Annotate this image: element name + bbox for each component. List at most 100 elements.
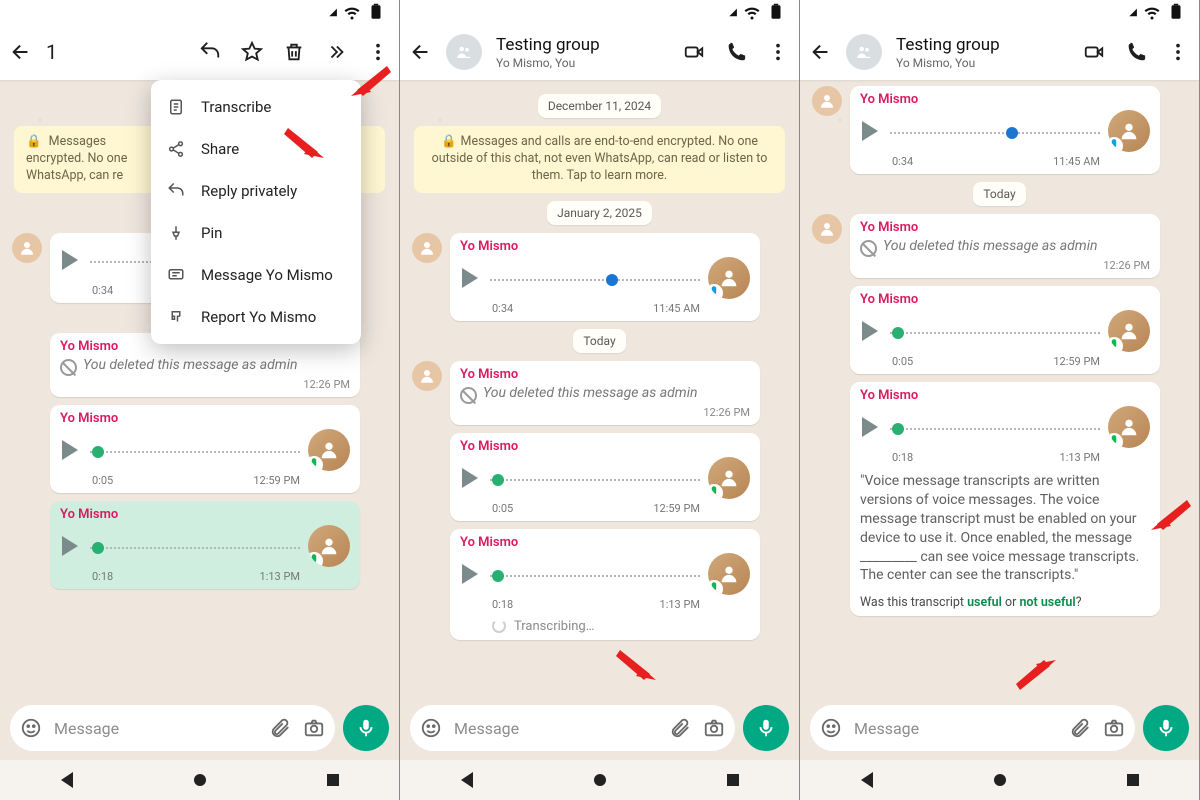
message-input[interactable]: Message xyxy=(810,705,1135,751)
camera-icon[interactable] xyxy=(1103,717,1125,739)
mic-button[interactable] xyxy=(343,705,389,751)
voice-progress[interactable] xyxy=(890,332,1100,336)
date-chip: Today xyxy=(973,182,1025,206)
message-time: 12:26 PM xyxy=(60,378,350,391)
lock-icon: 🔒 xyxy=(26,134,42,149)
blocked-icon xyxy=(460,387,477,404)
sticker-icon[interactable] xyxy=(420,717,442,739)
camera-icon[interactable] xyxy=(703,717,725,739)
voice-progress[interactable] xyxy=(490,575,700,579)
attach-icon[interactable] xyxy=(669,717,691,739)
more-icon[interactable] xyxy=(767,41,789,63)
date-chip: Today xyxy=(573,329,625,353)
play-icon[interactable] xyxy=(462,564,478,584)
feedback-useful[interactable]: useful xyxy=(967,595,1002,610)
sticker-icon[interactable] xyxy=(820,717,842,739)
sender-avatar[interactable] xyxy=(812,214,842,244)
sticker-icon[interactable] xyxy=(20,717,42,739)
selection-count: 1 xyxy=(46,40,57,64)
mic-button[interactable] xyxy=(1143,705,1189,751)
message-input[interactable]: Message xyxy=(410,705,735,751)
mic-button[interactable] xyxy=(743,705,789,751)
more-icon[interactable] xyxy=(1167,41,1189,63)
mic-icon xyxy=(1155,717,1177,739)
nav-home-icon[interactable] xyxy=(194,774,206,786)
nav-home-icon[interactable] xyxy=(994,774,1006,786)
voice-duration: 0:34 xyxy=(92,284,113,297)
feedback-not-useful[interactable]: not useful xyxy=(1019,595,1075,610)
play-icon[interactable] xyxy=(62,440,78,460)
nav-recent-icon[interactable] xyxy=(727,774,739,786)
play-icon[interactable] xyxy=(862,417,878,437)
signal-icon: ◢ xyxy=(1129,7,1137,18)
panel-2: ◢ Testing group Yo Mismo, You December 1… xyxy=(400,0,800,800)
message-input[interactable]: Message xyxy=(10,705,335,751)
encryption-banner[interactable]: 🔒Messages and calls are end-to-end encry… xyxy=(414,126,785,193)
delete-icon[interactable] xyxy=(283,41,305,63)
voice-progress[interactable] xyxy=(490,279,700,283)
voice-message-bubble[interactable]: Yo Mismo 0:181:13 PM "Voice message tran… xyxy=(850,382,1160,616)
nav-back-icon[interactable] xyxy=(61,772,73,788)
camera-icon[interactable] xyxy=(303,717,325,739)
play-icon[interactable] xyxy=(62,536,78,556)
voice-message-bubble[interactable]: Yo Mismo 0:3411:45 AM xyxy=(450,233,760,321)
menu-share[interactable]: Share xyxy=(151,128,361,170)
menu-pin[interactable]: Pin xyxy=(151,212,361,254)
menu-transcribe[interactable]: Transcribe xyxy=(151,86,361,128)
attach-icon[interactable] xyxy=(269,717,291,739)
voice-message-bubble[interactable]: Yo Mismo 0:0512:59 PM xyxy=(450,433,760,521)
person-icon xyxy=(418,367,436,385)
chat-body[interactable]: December 11, 2024 🔒Messages and calls ar… xyxy=(400,80,799,696)
message-placeholder: Message xyxy=(54,719,257,738)
star-icon[interactable] xyxy=(241,41,263,63)
voice-message-bubble[interactable]: Yo Mismo 0:0512:59 PM xyxy=(50,405,360,493)
menu-report-user[interactable]: Report Yo Mismo xyxy=(151,296,361,338)
nav-back-icon[interactable] xyxy=(461,772,473,788)
play-icon[interactable] xyxy=(862,321,878,341)
voice-progress[interactable] xyxy=(890,132,1100,136)
nav-home-icon[interactable] xyxy=(594,774,606,786)
menu-reply-privately[interactable]: Reply privately xyxy=(151,170,361,212)
chat-title-block[interactable]: Testing group Yo Mismo, You xyxy=(496,35,600,70)
attach-icon[interactable] xyxy=(1069,717,1091,739)
voice-progress[interactable] xyxy=(90,547,300,551)
menu-message-user[interactable]: Message Yo Mismo xyxy=(151,254,361,296)
nav-recent-icon[interactable] xyxy=(327,774,339,786)
more-icon[interactable] xyxy=(367,41,389,63)
video-call-icon[interactable] xyxy=(1083,41,1105,63)
chat-body[interactable]: Yo Mismo 0:3411:45 AM Today Yo Mismo You… xyxy=(800,80,1199,696)
sender-name: Yo Mismo xyxy=(460,239,750,254)
nav-recent-icon[interactable] xyxy=(1127,774,1139,786)
play-icon[interactable] xyxy=(462,268,478,288)
voice-message-bubble[interactable]: Yo Mismo 0:3411:45 AM xyxy=(850,86,1160,174)
forward-icon[interactable] xyxy=(325,41,347,63)
deleted-text: You deleted this message as admin xyxy=(60,357,350,374)
nav-back-icon[interactable] xyxy=(861,772,873,788)
voice-message-bubble[interactable]: Yo Mismo 0:0512:59 PM xyxy=(850,286,1160,374)
voice-progress[interactable] xyxy=(90,451,300,455)
group-avatar[interactable] xyxy=(446,34,482,70)
voice-progress[interactable] xyxy=(490,479,700,483)
voice-progress[interactable] xyxy=(890,428,1100,432)
play-icon[interactable] xyxy=(62,250,78,270)
sender-avatar[interactable] xyxy=(412,233,442,263)
back-icon[interactable] xyxy=(410,41,432,63)
video-call-icon[interactable] xyxy=(683,41,705,63)
play-icon[interactable] xyxy=(862,121,878,141)
sender-avatar[interactable] xyxy=(812,86,842,116)
person-icon xyxy=(818,92,836,110)
reply-icon[interactable] xyxy=(199,41,221,63)
group-avatar[interactable] xyxy=(846,34,882,70)
sender-avatar[interactable] xyxy=(412,361,442,391)
play-icon[interactable] xyxy=(462,468,478,488)
voice-message-bubble[interactable]: Yo Mismo 0:181:13 PM xyxy=(50,501,360,589)
message-time: 12:26 PM xyxy=(460,406,750,419)
sender-avatar[interactable] xyxy=(12,233,42,263)
back-icon[interactable] xyxy=(810,41,832,63)
voice-message-bubble[interactable]: Yo Mismo 0:181:13 PM Transcribing… xyxy=(450,529,760,640)
voice-call-icon[interactable] xyxy=(725,41,747,63)
chat-title-block[interactable]: Testing group Yo Mismo, You xyxy=(896,35,1000,70)
context-menu: Transcribe Share Reply privately Pin Mes… xyxy=(151,80,361,344)
voice-call-icon[interactable] xyxy=(1125,41,1147,63)
back-icon[interactable] xyxy=(10,41,32,63)
